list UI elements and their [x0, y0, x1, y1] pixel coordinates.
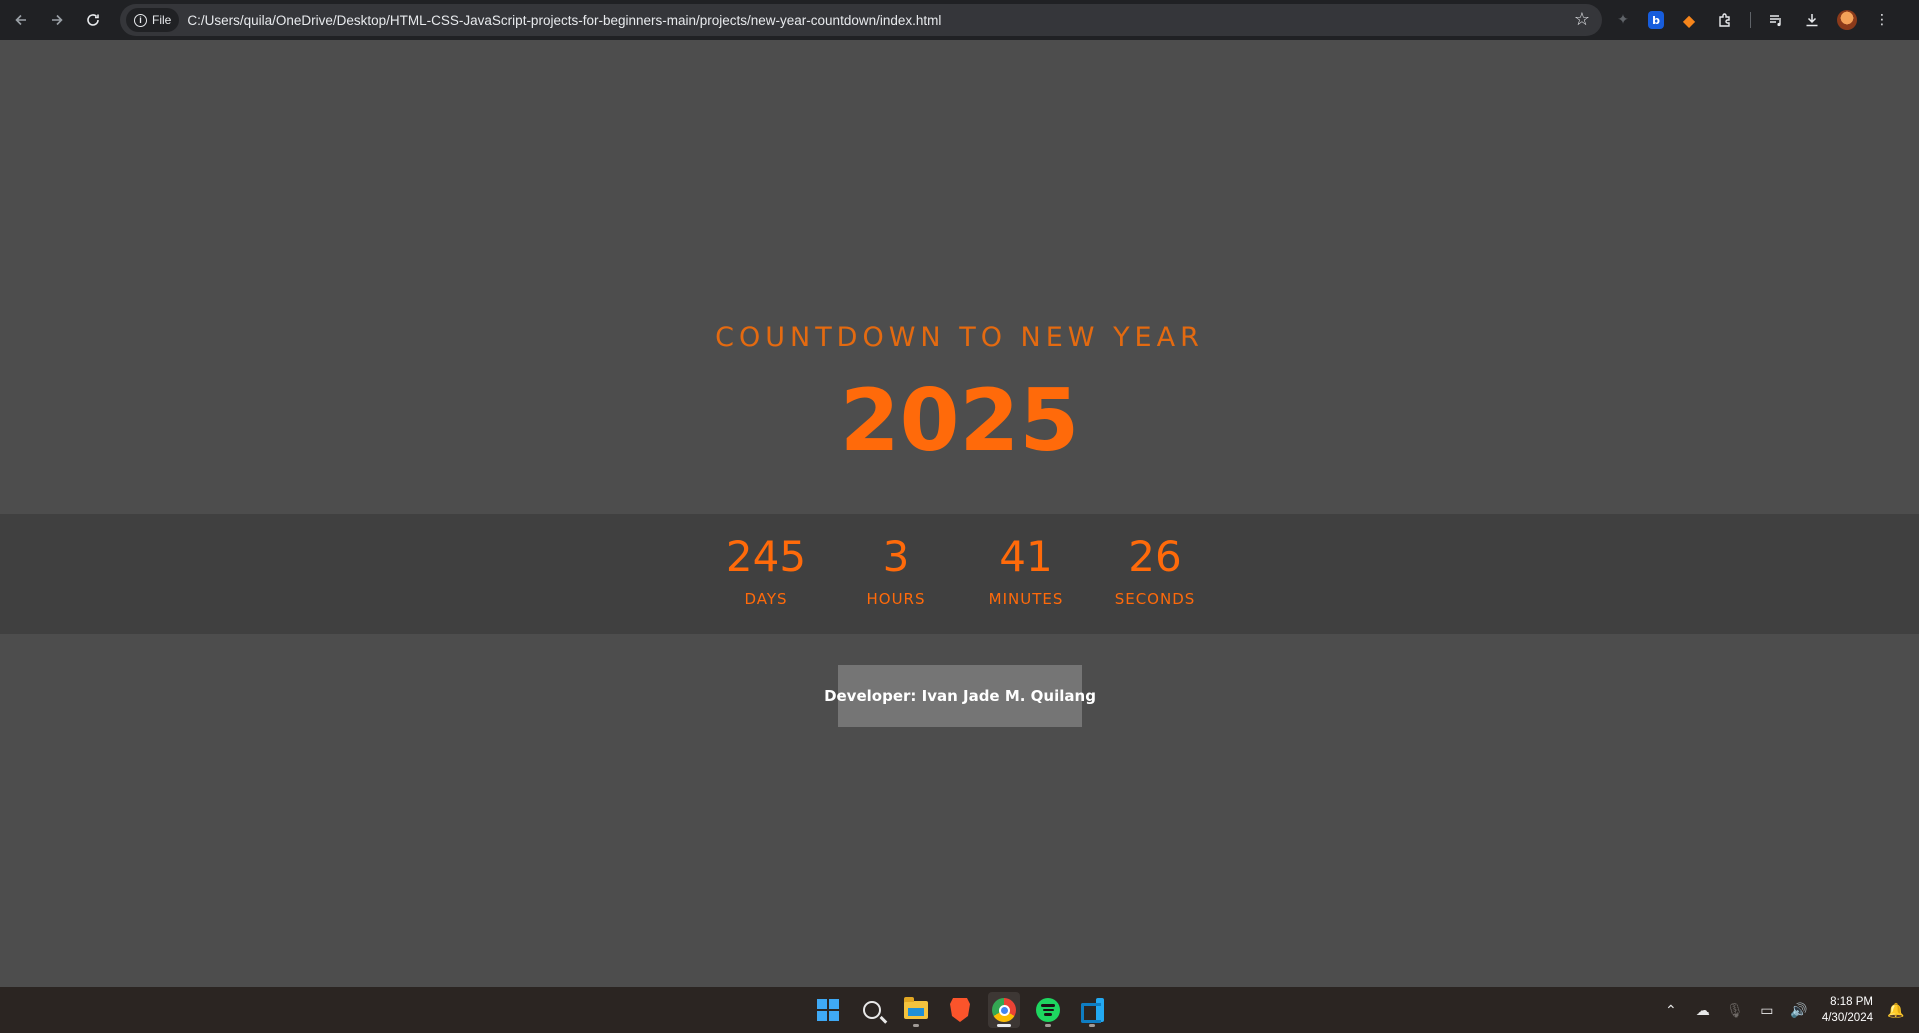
url-text[interactable]: C:/Users/quila/OneDrive/Desktop/HTML-CSS…: [187, 13, 941, 28]
taskbar: ⌃ ☁ 🎙 ▭ 🔊 8:18 PM 4/30/2024 🔔: [0, 987, 1919, 1033]
seconds-label: SECONDS: [1114, 590, 1196, 608]
puzzle-icon[interactable]: [1714, 9, 1736, 31]
countdown-minutes: 41 MINUTES: [961, 514, 1091, 609]
countdown-band: 245 DAYS 3 HOURS 41 MINUTES 26 SECONDS: [0, 514, 1919, 634]
reload-icon[interactable]: [78, 5, 108, 35]
countdown-hours: 3 HOURS: [831, 514, 961, 609]
days-label: DAYS: [744, 590, 788, 608]
brave-icon[interactable]: [944, 992, 976, 1028]
target-year: 2025: [839, 371, 1080, 471]
seconds-value: 26: [1128, 532, 1182, 581]
extensions-area: ✦ b ◆ ⋮: [1612, 5, 1893, 35]
info-icon: i: [134, 13, 147, 27]
bitwarden-icon[interactable]: b: [1648, 11, 1664, 29]
star-icon[interactable]: ☆: [1572, 10, 1592, 30]
vscode-icon[interactable]: [1076, 992, 1108, 1028]
system-tray: ⌃ ☁ 🎙 ▭ 🔊 8:18 PM 4/30/2024 🔔: [1662, 987, 1919, 1033]
days-value: 245: [725, 532, 807, 581]
file-explorer-icon[interactable]: [900, 992, 932, 1028]
forward-arrow-icon[interactable]: [42, 5, 72, 35]
search-icon[interactable]: [856, 992, 888, 1028]
kebab-menu-icon[interactable]: ⋮: [1871, 9, 1893, 31]
chevron-up-icon[interactable]: ⌃: [1662, 1002, 1680, 1019]
clock[interactable]: 8:18 PM 4/30/2024: [1822, 994, 1873, 1026]
chrome-icon[interactable]: [988, 992, 1020, 1028]
taskbar-apps: [812, 987, 1108, 1033]
countdown-days: 245 DAYS: [701, 514, 831, 609]
notification-bell-icon[interactable]: 🔔: [1887, 1002, 1905, 1019]
browser-toolbar: i File C:/Users/quila/OneDrive/Desktop/H…: [0, 0, 1919, 40]
volume-icon[interactable]: 🔊: [1790, 1002, 1808, 1019]
back-arrow-icon[interactable]: [6, 5, 36, 35]
toolbar-divider: [1750, 12, 1751, 28]
hours-label: HOURS: [866, 590, 926, 608]
countdown-seconds: 26 SECONDS: [1090, 514, 1220, 609]
page-heading: COUNTDOWN TO NEW YEAR: [715, 322, 1204, 353]
clock-time: 8:18 PM: [1830, 996, 1873, 1008]
site-info-chip[interactable]: i File: [126, 8, 180, 32]
file-label: File: [152, 13, 172, 27]
download-icon[interactable]: [1801, 9, 1823, 31]
minutes-value: 41: [999, 532, 1053, 581]
countdown-page: COUNTDOWN TO NEW YEAR 2025 245 DAYS 3 HO…: [0, 40, 1919, 987]
start-icon[interactable]: [812, 992, 844, 1028]
metamask-icon[interactable]: ◆: [1678, 9, 1700, 31]
address-bar[interactable]: i File C:/Users/quila/OneDrive/Desktop/H…: [120, 4, 1602, 36]
extension-icon[interactable]: ✦: [1612, 9, 1634, 31]
profile-avatar[interactable]: [1837, 10, 1857, 30]
network-icon[interactable]: ▭: [1758, 1002, 1776, 1019]
media-icon[interactable]: [1765, 9, 1787, 31]
onedrive-icon[interactable]: ☁: [1694, 1002, 1712, 1019]
developer-credit: Developer: Ivan Jade M. Quilang: [824, 665, 1096, 727]
spotify-icon[interactable]: [1032, 992, 1064, 1028]
minutes-label: MINUTES: [988, 590, 1064, 608]
clock-date: 4/30/2024: [1821, 1012, 1873, 1024]
microphone-icon[interactable]: 🎙: [1726, 1002, 1744, 1019]
hours-value: 3: [882, 532, 910, 581]
